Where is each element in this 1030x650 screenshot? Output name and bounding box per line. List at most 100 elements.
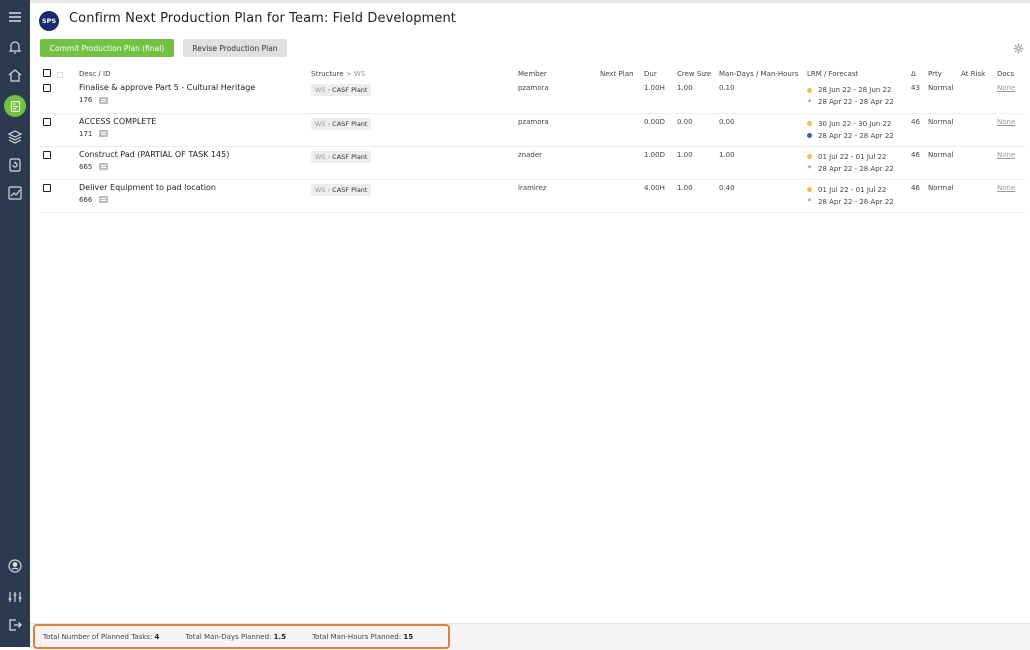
page-title: Confirm Next Production Plan for Team: F…	[69, 11, 457, 26]
duration-cell: 1.00D	[644, 150, 665, 159]
lrm-dot-icon	[807, 154, 812, 159]
bell-icon[interactable]	[0, 34, 30, 60]
col-delta[interactable]: Δ	[908, 67, 925, 80]
delta-cell: 46	[911, 183, 920, 192]
docs-link[interactable]: None	[997, 118, 1015, 126]
comment-icon[interactable]	[99, 130, 109, 137]
sliders-icon[interactable]	[0, 584, 30, 610]
gear-icon[interactable]	[1013, 43, 1024, 54]
row-checkbox[interactable]	[43, 84, 51, 92]
at-risk-cell	[958, 179, 994, 212]
next-plan-cell	[597, 80, 641, 113]
structure-tag[interactable]: WS › CASF Plant	[311, 150, 372, 163]
member-cell: znader	[518, 150, 543, 159]
lrm-dot-icon	[807, 87, 812, 93]
delta-cell: 43	[911, 84, 920, 92]
at-risk-cell	[958, 113, 994, 146]
task-description[interactable]: Finalise & approve Part 5 - Cultural Her…	[79, 83, 305, 92]
man-days-cell: 1.00	[719, 150, 735, 159]
at-risk-cell	[958, 146, 994, 179]
logout-icon[interactable]	[0, 612, 30, 638]
crew-size-cell: 1.00	[677, 84, 693, 92]
col-at-risk[interactable]: At Risk	[958, 67, 994, 80]
table-row[interactable]: Construct Pad (PARTIAL OF TASK 145) 665 WS…	[40, 146, 1025, 179]
member-cell: lramirez	[518, 183, 547, 192]
refresh-doc-icon[interactable]	[0, 152, 30, 178]
forecast-dates: 28 Apr 22 - 28 Apr 22	[818, 131, 894, 140]
duration-cell: 4.00H	[644, 183, 665, 192]
duration-cell: 1.00H	[644, 84, 665, 92]
forecast-star-icon: *	[807, 197, 812, 206]
production-plan-table: □ Desc / ID Structure > WS Member Next P…	[40, 67, 1025, 213]
commit-production-plan-button[interactable]: Commit Production Plan (final)	[40, 39, 174, 57]
app-logo: SPS	[39, 11, 59, 31]
col-next-plan[interactable]: Next Plan	[597, 67, 641, 80]
chart-icon[interactable]	[0, 180, 30, 206]
delta-cell: 46	[911, 150, 920, 159]
structure-tag[interactable]: WS › CASF Plant	[311, 183, 372, 196]
expand-icon[interactable]: □	[57, 71, 64, 79]
priority-cell: Normal	[928, 117, 954, 126]
forecast-dates: 28 Apr 22 - 28 Apr 22	[818, 164, 894, 173]
crew-size-cell: 1.00	[677, 150, 693, 159]
layers-icon[interactable]	[0, 124, 30, 150]
revise-production-plan-button[interactable]: Revise Production Plan	[183, 39, 287, 57]
row-checkbox[interactable]	[43, 150, 51, 159]
row-checkbox[interactable]	[43, 183, 51, 192]
docs-link[interactable]: None	[997, 84, 1015, 92]
comment-icon[interactable]	[99, 196, 109, 203]
select-all-checkbox[interactable]	[43, 68, 51, 77]
table-row[interactable]: Deliver Equipment to pad location 666 WS › C…	[40, 179, 1025, 212]
task-description[interactable]: Construct Pad (PARTIAL OF TASK 145)	[79, 150, 305, 159]
col-docs[interactable]: Docs	[994, 67, 1025, 80]
total-man-days: Total Man-Days Planned: 1.5	[185, 632, 287, 641]
docs-link[interactable]: None	[997, 184, 1015, 192]
home-icon[interactable]	[0, 62, 30, 88]
lrm-dot-icon	[807, 187, 812, 192]
forecast-dates: 28 Apr 22 - 28 Apr 22	[818, 197, 894, 206]
col-structure[interactable]: Structure > WS	[308, 67, 515, 80]
next-plan-cell	[597, 113, 641, 146]
at-risk-cell	[958, 80, 994, 113]
col-desc-id[interactable]: Desc / ID	[76, 67, 308, 80]
forecast-dates: 28 Apr 22 - 28 Apr 22	[818, 98, 894, 106]
man-days-cell: 0.00	[719, 117, 735, 126]
comment-icon[interactable]	[99, 163, 109, 170]
duration-cell: 0.00D	[644, 117, 665, 126]
task-description[interactable]: ACCESS COMPLETE	[79, 117, 305, 126]
sidebar	[0, 0, 30, 647]
forecast-dot-icon	[807, 133, 812, 138]
col-crew-size[interactable]: Crew Size	[674, 67, 716, 80]
lrm-dates: 01 Jul 22 - 01 Jul 22	[818, 185, 887, 194]
priority-cell: Normal	[928, 150, 954, 159]
structure-tag[interactable]: WS › CASF Plant	[311, 117, 372, 130]
col-lrm-forecast[interactable]: LRM / Forecast	[804, 67, 908, 80]
menu-icon[interactable]	[0, 4, 30, 30]
plan-icon[interactable]	[0, 93, 30, 119]
priority-cell: Normal	[928, 183, 954, 192]
priority-cell: Normal	[928, 84, 954, 92]
col-member[interactable]: Member	[515, 67, 597, 80]
task-description[interactable]: Deliver Equipment to pad location	[79, 183, 305, 192]
footer-summary: Total Number of Planned Tasks: 4 Total M…	[33, 624, 450, 649]
col-dur[interactable]: Dur	[641, 67, 674, 80]
comment-icon[interactable]	[99, 96, 109, 104]
crew-size-cell: 1.00	[677, 183, 693, 192]
forecast-star-icon: *	[807, 164, 812, 173]
docs-link[interactable]: None	[997, 151, 1015, 159]
table-row[interactable]: ACCESS COMPLETE 171 WS › CASF Plant pzamora 0.…	[40, 113, 1025, 146]
user-icon[interactable]	[0, 553, 30, 579]
table-row[interactable]: Finalise & approve Part 5 - Cultural Her…	[40, 80, 1025, 113]
row-checkbox[interactable]	[43, 117, 51, 126]
man-days-cell: 0.40	[719, 183, 735, 192]
forecast-star-icon: *	[807, 97, 812, 107]
total-man-hours: Total Man-Hours Planned: 15	[312, 632, 414, 641]
total-planned-tasks: Total Number of Planned Tasks: 4	[43, 632, 160, 641]
lrm-dates: 01 Jul 22 - 01 Jul 22	[818, 152, 887, 161]
next-plan-cell	[597, 179, 641, 212]
delta-cell: 46	[911, 117, 920, 126]
col-man-days[interactable]: Man-Days / Man-Hours	[716, 67, 804, 80]
structure-tag[interactable]: WS › CASF Plant	[311, 84, 372, 96]
col-priority[interactable]: Prty	[925, 67, 958, 80]
lrm-dot-icon	[807, 121, 812, 126]
